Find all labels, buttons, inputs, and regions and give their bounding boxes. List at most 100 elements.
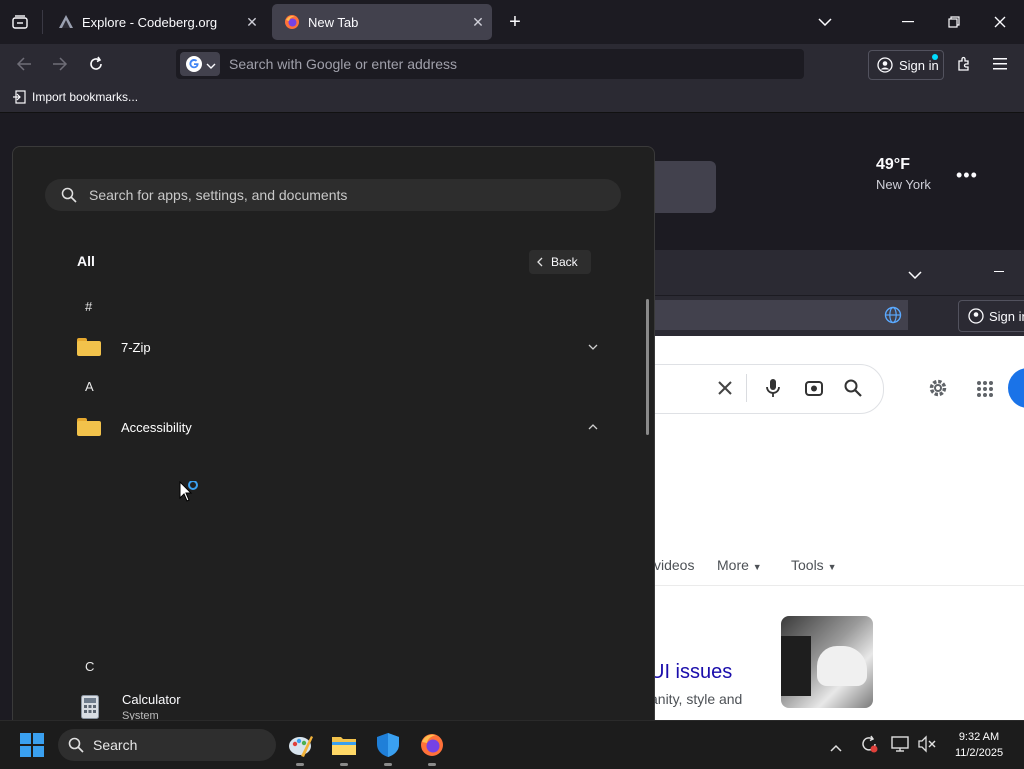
inner-minimize-icon	[994, 271, 1004, 273]
chevron-left-icon	[537, 257, 543, 267]
chevron-down-icon[interactable]	[583, 342, 603, 353]
all-apps-heading: All	[77, 253, 95, 269]
app-label: 7-Zip	[121, 339, 151, 355]
sync-update-icon[interactable]	[860, 735, 878, 758]
camera-search-icon	[802, 377, 826, 399]
back-button[interactable]: Back	[529, 250, 591, 274]
taskbar-search-box[interactable]: Search	[58, 729, 276, 761]
calculator-icon	[81, 695, 99, 719]
result-thumbnail	[781, 616, 873, 708]
tab-title: New Tab	[308, 14, 359, 30]
taskbar: Search 9:32 AM 11/2/2025	[0, 720, 1024, 769]
microphone-icon	[762, 376, 784, 400]
account-avatar	[1008, 368, 1024, 408]
app-item-7zip[interactable]: 7-Zip	[73, 327, 603, 367]
google-tab-videos: videos	[654, 557, 695, 573]
calculator-text: Calculator System	[122, 687, 181, 722]
search-box-divider	[746, 374, 747, 402]
inner-window-toolbar: Sign in	[640, 295, 1024, 336]
tab-list-icon[interactable]	[8, 12, 32, 32]
tab-codeberg[interactable]: Explore - Codeberg.org ✕	[46, 4, 266, 40]
new-tab-plus-icon[interactable]: +	[504, 10, 526, 34]
search-engine-selector[interactable]	[180, 52, 220, 76]
paint-app-icon[interactable]	[284, 729, 316, 766]
search-icon	[68, 737, 84, 758]
tabs-divider	[640, 585, 1024, 586]
inner-address-bar	[640, 300, 908, 330]
mouse-cursor-busy-icon	[179, 480, 209, 508]
letter-header-hash[interactable]: #	[85, 299, 92, 314]
inner-account-icon	[968, 308, 984, 324]
google-results-page: videos More ▼ Tools ▼ UI issues anity, s…	[620, 336, 1024, 720]
tab-divider	[42, 10, 43, 34]
back-arrow-icon[interactable]	[12, 52, 36, 76]
letter-header-a[interactable]: A	[85, 379, 94, 394]
running-indicator	[340, 763, 348, 766]
minimize-icon[interactable]	[896, 10, 920, 34]
tab-bar: Explore - Codeberg.org ✕ New Tab ✕ +	[0, 0, 1024, 44]
start-menu: Search for apps, settings, and documents…	[12, 146, 655, 722]
sign-in-label: Sign in	[899, 57, 939, 73]
more-options-icon[interactable]: •••	[956, 165, 978, 186]
google-tab-more: More ▼	[717, 557, 762, 573]
address-bar[interactable]: Search with Google or enter address	[176, 49, 804, 79]
running-indicator	[296, 763, 304, 766]
chevron-up-icon[interactable]	[583, 422, 603, 433]
thumbnail-horse	[817, 646, 867, 686]
apps-grid-icon	[974, 378, 996, 400]
network-icon[interactable]	[891, 735, 909, 758]
extensions-icon[interactable]	[952, 52, 976, 76]
clock-date: 11/2/2025	[954, 747, 1004, 759]
firefox-taskbar-icon[interactable]	[416, 729, 448, 766]
app-item-accessibility[interactable]: Accessibility	[73, 407, 603, 447]
import-icon	[12, 90, 26, 104]
running-indicator	[384, 763, 392, 766]
tab-new-tab[interactable]: New Tab ✕	[272, 4, 492, 40]
weather-temp: 49°F	[876, 156, 910, 173]
show-hidden-icons-chevron-icon[interactable]	[830, 739, 842, 757]
bookmarks-toolbar: Import bookmarks...	[0, 84, 1024, 113]
back-label: Back	[551, 255, 578, 269]
hamburger-menu-icon[interactable]	[988, 52, 1012, 76]
weather-city: New York	[876, 177, 931, 192]
sign-in-button[interactable]: Sign in	[868, 50, 944, 80]
clock[interactable]: 9:32 AM 11/2/2025	[946, 729, 1012, 761]
windows-start-icon[interactable]	[20, 733, 44, 762]
import-bookmarks-label: Import bookmarks...	[32, 90, 139, 104]
letter-header-c[interactable]: C	[85, 659, 94, 674]
firefox-icon	[284, 14, 300, 30]
close-window-icon[interactable]	[988, 10, 1012, 34]
inner-sign-in-button: Sign in	[958, 300, 1024, 332]
import-bookmarks-button[interactable]: Import bookmarks...	[12, 90, 138, 104]
scrollbar-thumb[interactable]	[646, 299, 649, 435]
search-icon	[61, 187, 77, 208]
start-search-placeholder: Search for apps, settings, and documents	[89, 187, 348, 203]
app-label: Accessibility	[121, 419, 192, 435]
clear-search-icon	[714, 377, 736, 399]
windows-security-icon[interactable]	[372, 729, 404, 766]
close-tab-icon[interactable]: ✕	[464, 14, 492, 31]
app-label: Calculator	[122, 692, 181, 707]
notification-dot	[932, 54, 938, 60]
restore-icon[interactable]	[942, 10, 966, 34]
settings-gear-icon	[926, 376, 950, 400]
search-magnifier-icon	[842, 377, 864, 399]
start-search-box[interactable]: Search for apps, settings, and documents	[45, 179, 621, 211]
address-placeholder: Search with Google or enter address	[229, 56, 458, 72]
result-snippet: anity, style and	[650, 691, 743, 707]
running-indicator	[428, 763, 436, 766]
inner-globe-icon	[884, 306, 902, 329]
forward-arrow-icon[interactable]	[48, 52, 72, 76]
file-explorer-icon[interactable]	[328, 729, 360, 766]
folder-icon	[77, 338, 101, 356]
tab-title: Explore - Codeberg.org	[82, 14, 218, 30]
folder-icon	[77, 418, 101, 436]
taskbar-search-label: Search	[93, 737, 138, 753]
result-title: UI issues	[650, 661, 733, 683]
reload-icon[interactable]	[84, 52, 108, 76]
chevron-down-icon	[206, 58, 216, 76]
list-all-tabs-icon[interactable]	[814, 10, 836, 34]
inner-sign-in-label: Sign in	[989, 308, 1024, 324]
volume-muted-icon[interactable]	[918, 735, 936, 758]
close-tab-icon[interactable]: ✕	[238, 14, 266, 31]
